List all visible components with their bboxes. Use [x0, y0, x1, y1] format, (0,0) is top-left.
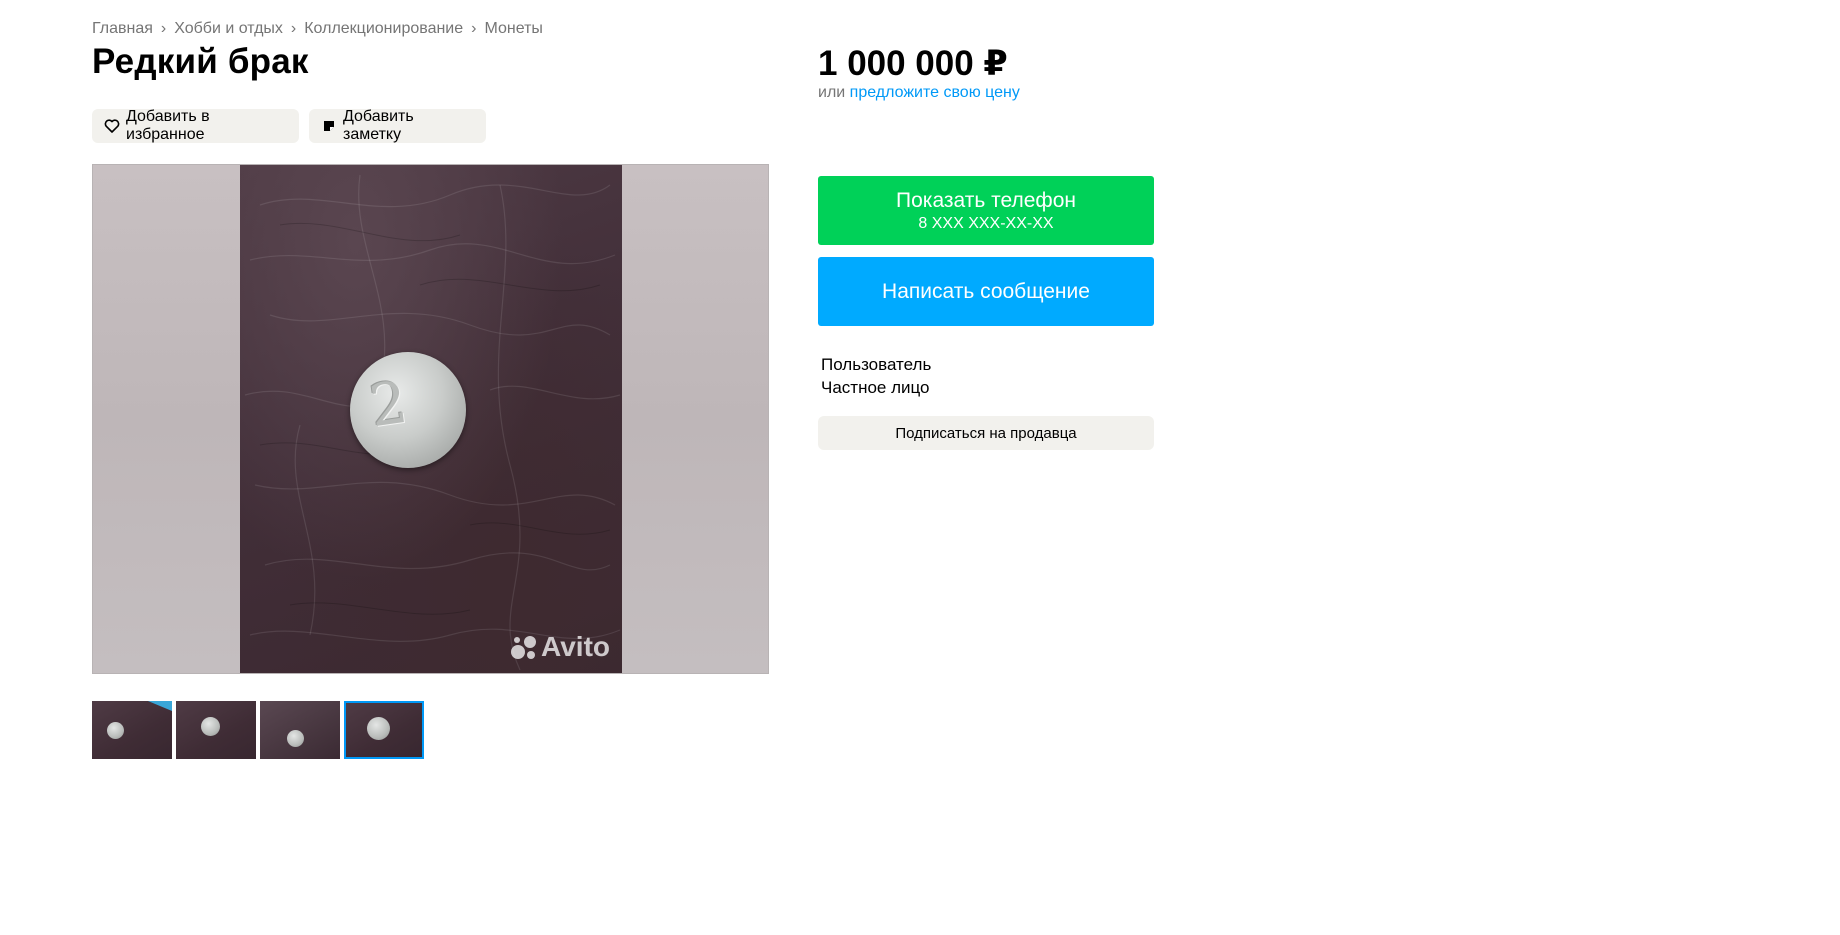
subscribe-seller-button[interactable]: Подписаться на продавца	[818, 416, 1154, 450]
offer-or-text: или	[818, 84, 846, 101]
main-photo[interactable]: 2 Avito	[92, 164, 769, 674]
price-offer: или предложите свою цену	[818, 84, 1020, 102]
thumbnail-coin	[201, 717, 220, 736]
show-phone-label: Показать телефон	[896, 189, 1076, 212]
chevron-right-icon: ›	[290, 20, 297, 37]
thumbnail-coin	[107, 722, 124, 739]
listing-page: Главная › Хобби и отдых › Коллекциониров…	[0, 0, 1840, 935]
phone-mask: 8 XXX XXX-XX-XX	[918, 215, 1054, 232]
add-to-favorites-button[interactable]: Добавить в избранное	[92, 108, 299, 143]
avito-watermark: Avito	[509, 631, 610, 663]
seller-name[interactable]: Пользователь	[821, 355, 931, 375]
write-message-button[interactable]: Написать сообщение	[818, 257, 1154, 326]
note-icon	[321, 118, 337, 134]
thumbnail-corner	[148, 701, 172, 711]
thumbnail-strip	[92, 701, 428, 759]
avito-logo-icon	[511, 636, 537, 659]
breadcrumb-item-hobby[interactable]: Хобби и отдых	[174, 20, 283, 38]
thumbnail-coin	[287, 730, 304, 747]
breadcrumb: Главная › Хобби и отдых › Коллекциониров…	[92, 20, 543, 38]
coin-photo: 2 Avito	[240, 165, 622, 673]
offer-price-link[interactable]: предложите свою цену	[850, 84, 1020, 101]
page-title: Редкий брак	[92, 42, 309, 81]
breadcrumb-item-collecting[interactable]: Коллекционирование	[304, 20, 463, 38]
thumbnail-4[interactable]	[344, 701, 424, 759]
show-phone-button[interactable]: Показать телефон 8 XXX XXX-XX-XX	[818, 176, 1154, 245]
breadcrumb-item-home[interactable]: Главная	[92, 20, 153, 38]
photo-blur-right	[620, 165, 768, 673]
coin-numeral: 2	[365, 367, 412, 441]
chevron-right-icon: ›	[471, 20, 477, 37]
price: 1 000 000 ₽	[818, 44, 1008, 83]
watermark-text: Avito	[541, 631, 610, 662]
thumbnail-3[interactable]	[260, 701, 340, 759]
add-note-label: Добавить заметку	[343, 108, 414, 143]
thumbnail-1[interactable]	[92, 701, 172, 759]
add-note-button[interactable]: Добавить заметку	[309, 108, 486, 143]
breadcrumb-item-coins[interactable]: Монеты	[484, 20, 542, 38]
thumbnail-2[interactable]	[176, 701, 256, 759]
heart-icon	[104, 118, 120, 134]
photo-blur-left	[93, 165, 240, 673]
chevron-right-icon: ›	[160, 20, 167, 37]
thumbnail-coin	[367, 717, 390, 740]
add-to-favorites-label: Добавить в избранное	[126, 108, 210, 143]
coin: 2	[350, 352, 466, 468]
seller-type: Частное лицо	[821, 378, 930, 397]
